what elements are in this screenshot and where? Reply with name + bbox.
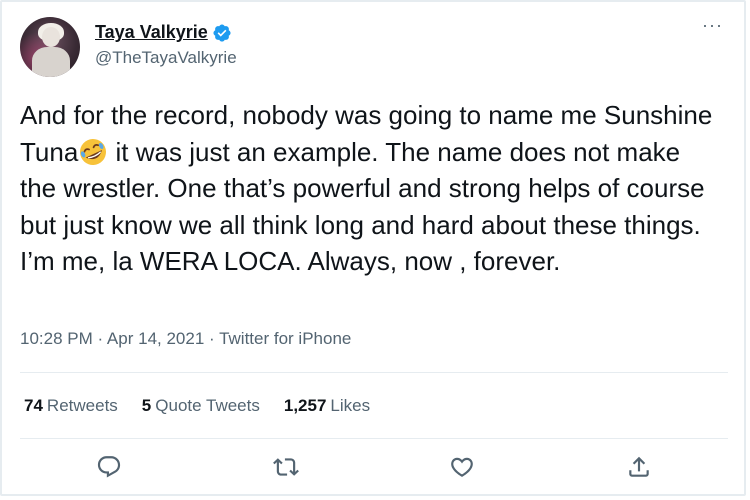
tweet-card: Taya Valkyrie @TheTayaValkyrie ··· And f… <box>0 0 746 496</box>
avatar-head <box>42 27 60 47</box>
verified-badge-icon <box>212 23 232 43</box>
share-icon[interactable] <box>626 454 656 484</box>
tweet-text: And for the record, nobody was going to … <box>20 97 720 280</box>
divider-bottom <box>20 438 728 439</box>
quote-tweets-stat[interactable]: 5 Quote Tweets <box>142 396 260 416</box>
action-bar <box>2 450 748 490</box>
author-handle[interactable]: @TheTayaValkyrie <box>95 48 237 68</box>
retweets-count: 74 <box>24 396 43 415</box>
reply-icon[interactable] <box>96 454 126 484</box>
retweets-stat[interactable]: 74 Retweets <box>24 396 118 416</box>
retweets-label: Retweets <box>46 396 118 415</box>
avatar[interactable] <box>20 17 80 77</box>
like-heart-icon[interactable] <box>449 454 479 484</box>
author-display-name[interactable]: Taya Valkyrie <box>95 22 208 43</box>
rolling-on-floor-laughing-icon <box>78 137 108 167</box>
quote-tweets-count: 5 <box>141 396 152 415</box>
retweet-icon[interactable] <box>273 454 303 484</box>
engagement-stats: 74 Retweets 5 Quote Tweets 1,257 Likes <box>24 396 370 416</box>
author-name-row: Taya Valkyrie <box>95 22 232 43</box>
likes-count: 1,257 <box>283 396 327 415</box>
divider-top <box>20 372 728 373</box>
likes-stat[interactable]: 1,257 Likes <box>284 396 370 416</box>
quote-tweets-label: Quote Tweets <box>155 396 260 415</box>
more-options-icon[interactable]: ··· <box>702 16 723 34</box>
avatar-body <box>32 47 70 77</box>
tweet-text-part-2: it was just an example. The name does no… <box>20 136 712 277</box>
tweet-timestamp-source[interactable]: 10:28 PM · Apr 14, 2021 · Twitter for iP… <box>20 329 351 349</box>
likes-label: Likes <box>330 396 371 415</box>
